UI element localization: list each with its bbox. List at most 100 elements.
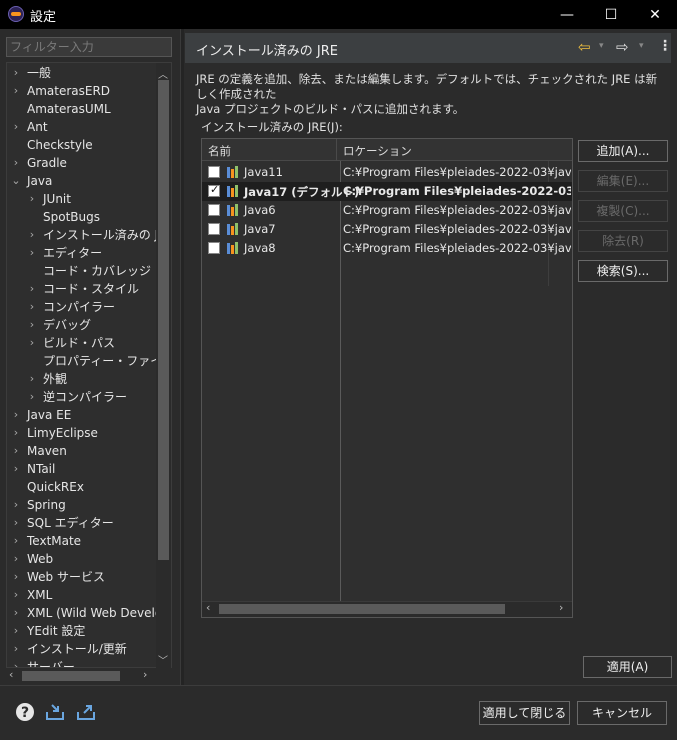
tree-item[interactable]: › Web サービス (7, 568, 157, 586)
scroll-right-arrow-icon[interactable]: › (143, 668, 147, 681)
column-header-location[interactable]: ロケーション (343, 143, 412, 159)
tree-item[interactable]: › TextMate (7, 532, 157, 550)
tree-item[interactable]: › Spring (7, 496, 157, 514)
search-jre-button[interactable]: 検索(S)... (578, 260, 668, 282)
scroll-up-arrow-icon[interactable]: ︿ (158, 66, 168, 81)
chevron-right-icon[interactable]: › (11, 460, 21, 478)
tree-item[interactable]: Checkstyle (7, 136, 157, 154)
jre-checkbox[interactable] (208, 204, 220, 216)
tree-item[interactable]: › インストール/更新 (7, 640, 157, 658)
tree-item[interactable]: › 一般 (7, 64, 157, 82)
chevron-right-icon[interactable]: › (11, 424, 21, 442)
tree-item[interactable]: › 逆コンパイラー (7, 388, 157, 406)
back-arrow-icon[interactable]: ⇦ (578, 38, 591, 56)
tree-item[interactable]: › インストール済みの JRE (7, 226, 171, 244)
tree-item[interactable]: › YEdit 設定 (7, 622, 157, 640)
jre-row[interactable]: Java17 (デフォルト)C:¥Program Files¥pleiades-… (202, 182, 572, 201)
apply-and-close-button[interactable]: 適用して閉じる (479, 701, 570, 725)
chevron-right-icon[interactable]: › (27, 226, 37, 244)
chevron-right-icon[interactable]: › (11, 82, 21, 100)
chevron-right-icon[interactable]: › (27, 280, 37, 298)
chevron-right-icon[interactable]: › (27, 388, 37, 406)
tree-item[interactable]: コード・カバレッジ (7, 262, 157, 280)
chevron-right-icon[interactable]: › (11, 532, 21, 550)
maximize-button[interactable]: ☐ (589, 0, 633, 29)
column-separator[interactable] (336, 139, 337, 161)
chevron-right-icon[interactable]: › (27, 334, 37, 352)
jre-row[interactable]: Java7 C:¥Program Files¥pleiades-2022-03¥j… (202, 220, 572, 239)
chevron-right-icon[interactable]: › (11, 64, 21, 82)
tree-item[interactable]: QuickREx (7, 478, 157, 496)
chevron-down-icon[interactable]: ⌄ (11, 172, 21, 190)
tree-item[interactable]: › AmaterasERD (7, 82, 157, 100)
tree-item[interactable]: › LimyEclipse (7, 424, 157, 442)
chevron-right-icon[interactable]: › (11, 514, 21, 532)
view-menu-icon[interactable]: ⋮ (658, 38, 672, 56)
chevron-right-icon[interactable]: › (11, 568, 21, 586)
scroll-down-arrow-icon[interactable]: ﹀ (158, 652, 168, 667)
tree-scroll-thumb[interactable] (158, 80, 169, 560)
back-dropdown-icon[interactable]: ▾ (599, 41, 604, 59)
tree-item[interactable]: ⌄ Java (7, 172, 157, 190)
duplicate-jre-button[interactable]: 複製(C)... (578, 200, 668, 222)
table-hscroll-thumb[interactable] (219, 604, 505, 614)
tree-item[interactable]: › XML (7, 586, 157, 604)
tree-item[interactable]: › Maven (7, 442, 157, 460)
apply-button[interactable]: 適用(A) (583, 656, 672, 678)
tree-item[interactable]: › 外観 (7, 370, 157, 388)
jre-row[interactable]: Java6 C:¥Program Files¥pleiades-2022-03¥j… (202, 201, 572, 220)
export-icon[interactable] (75, 701, 97, 723)
import-icon[interactable] (44, 701, 66, 723)
minimize-button[interactable]: — (545, 0, 589, 29)
scroll-left-arrow-icon[interactable]: ‹ (206, 601, 210, 614)
tree-item[interactable]: › SQL エディター (7, 514, 157, 532)
forward-arrow-icon[interactable]: ⇨ (616, 38, 629, 56)
jre-row[interactable]: Java11 C:¥Program Files¥pleiades-2022-03¥… (202, 163, 572, 182)
chevron-right-icon[interactable]: › (11, 658, 21, 667)
forward-dropdown-icon[interactable]: ▾ (639, 41, 644, 59)
chevron-right-icon[interactable]: › (11, 550, 21, 568)
tree-item[interactable]: › ビルド・パス (7, 334, 157, 352)
chevron-right-icon[interactable]: › (11, 640, 21, 658)
jre-checkbox[interactable] (208, 223, 220, 235)
tree-item[interactable]: › Java EE (7, 406, 157, 424)
scroll-left-arrow-icon[interactable]: ‹ (9, 668, 13, 681)
chevron-right-icon[interactable]: › (11, 118, 21, 136)
chevron-right-icon[interactable]: › (11, 496, 21, 514)
chevron-right-icon[interactable]: › (11, 442, 21, 460)
jre-checkbox[interactable] (208, 183, 220, 197)
cancel-button[interactable]: キャンセル (577, 701, 667, 725)
jre-checkbox[interactable] (208, 166, 220, 178)
close-button[interactable]: ✕ (633, 0, 677, 29)
column-header-name[interactable]: 名前 (208, 143, 231, 159)
tree-item[interactable]: プロパティー・ファイル・エデ (7, 352, 171, 370)
chevron-right-icon[interactable]: › (27, 316, 37, 334)
chevron-right-icon[interactable]: › (11, 622, 21, 640)
pane-splitter[interactable] (180, 29, 184, 685)
help-icon[interactable]: ? (14, 701, 36, 723)
chevron-right-icon[interactable]: › (11, 604, 21, 622)
tree-item[interactable]: › Ant (7, 118, 157, 136)
chevron-right-icon[interactable]: › (11, 154, 21, 172)
chevron-right-icon[interactable]: › (27, 370, 37, 388)
add-jre-button[interactable]: 追加(A)... (578, 140, 668, 162)
tree-item[interactable]: › デバッグ (7, 316, 157, 334)
tree-item[interactable]: › NTail (7, 460, 157, 478)
tree-item[interactable]: › XML (Wild Web Develop (7, 604, 170, 622)
tree-item[interactable]: › サーバー (7, 658, 157, 667)
tree-hscroll-thumb[interactable] (22, 671, 120, 681)
chevron-right-icon[interactable]: › (11, 586, 21, 604)
tree-item[interactable]: › コンパイラー (7, 298, 157, 316)
jre-row[interactable]: Java8 C:¥Program Files¥pleiades-2022-03¥j… (202, 239, 572, 258)
edit-jre-button[interactable]: 編集(E)... (578, 170, 668, 192)
tree-item[interactable]: › コード・スタイル (7, 280, 157, 298)
chevron-right-icon[interactable]: › (11, 406, 21, 424)
chevron-right-icon[interactable]: › (27, 298, 37, 316)
tree-item[interactable]: › エディター (7, 244, 157, 262)
tree-item[interactable]: › Web (7, 550, 157, 568)
filter-input[interactable] (6, 37, 172, 57)
remove-jre-button[interactable]: 除去(R) (578, 230, 668, 252)
chevron-right-icon[interactable]: › (27, 190, 37, 208)
tree-item[interactable]: AmaterasUML (7, 100, 157, 118)
chevron-right-icon[interactable]: › (27, 244, 37, 262)
